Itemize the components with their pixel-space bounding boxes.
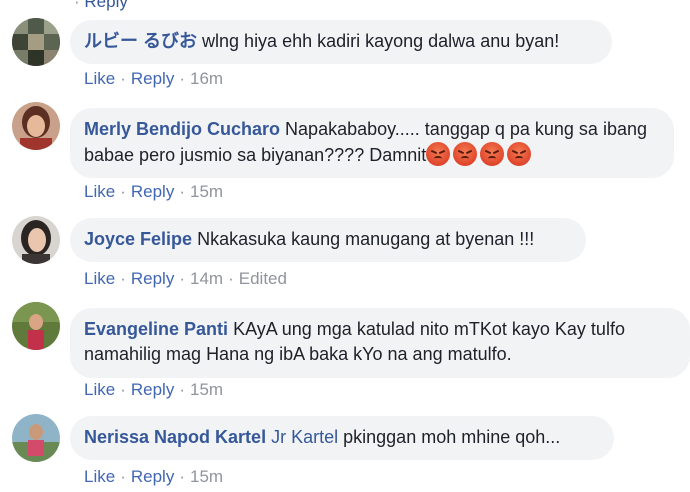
comment-actions: Like · Reply · 16m — [84, 69, 223, 89]
mention-link[interactable]: Jr Kartel — [271, 427, 338, 447]
avatar[interactable] — [12, 414, 60, 462]
separator-dot: · — [179, 467, 185, 486]
reply-link[interactable]: Reply — [84, 0, 127, 11]
like-link[interactable]: Like — [84, 467, 115, 486]
previous-comment-actions: · Reply — [74, 0, 128, 11]
timestamp[interactable]: 14m — [190, 269, 223, 288]
edited-label[interactable]: Edited — [239, 269, 287, 288]
separator-dot: · — [179, 182, 185, 201]
reply-link[interactable]: Reply — [131, 69, 174, 88]
separator-dot: · — [179, 269, 185, 288]
reply-link[interactable]: Reply — [131, 467, 174, 486]
like-link[interactable]: Like — [84, 69, 115, 88]
like-link[interactable]: Like — [84, 182, 115, 201]
separator-dot: · — [120, 269, 126, 288]
comment-bubble: Joyce Felipe Nkakasuka kaung manugang at… — [70, 218, 586, 262]
reply-link[interactable]: Reply — [131, 269, 174, 288]
reply-link[interactable]: Reply — [131, 380, 174, 399]
avatar[interactable] — [12, 102, 60, 150]
angry-face-icon — [453, 142, 478, 166]
comment-bubble: Merly Bendijo Cucharo Napakababoy..... t… — [70, 108, 674, 178]
comment-text: pkinggan moh mhine qoh... — [343, 427, 561, 447]
timestamp[interactable]: 16m — [190, 69, 223, 88]
angry-face-icon — [507, 142, 532, 166]
comment-text: wlng hiya ehh kadiri kayong dalwa anu by… — [202, 31, 560, 51]
comment-bubble: Evangeline Panti KAyA ung mga katulad ni… — [70, 308, 690, 378]
separator-dot: · — [120, 380, 126, 399]
comment-actions: Like · Reply · 15m — [84, 467, 223, 487]
comment-actions: Like · Reply · 15m — [84, 380, 223, 400]
angry-face-icon — [426, 142, 451, 166]
separator-dot: · — [120, 467, 126, 486]
comment-actions: Like · Reply · 14m · Edited — [84, 269, 287, 289]
timestamp[interactable]: 15m — [190, 380, 223, 399]
comment-actions: Like · Reply · 15m — [84, 182, 223, 202]
timestamp[interactable]: 15m — [190, 467, 223, 486]
separator-dot: · — [179, 380, 185, 399]
comment-author[interactable]: Nerissa Napod Kartel — [84, 427, 266, 447]
comment-author[interactable]: Evangeline Panti — [84, 319, 228, 339]
timestamp[interactable]: 15m — [190, 182, 223, 201]
separator-dot: · — [179, 69, 185, 88]
comment-author[interactable]: ルビー るびお — [84, 31, 197, 51]
reply-link[interactable]: Reply — [131, 182, 174, 201]
comment-author[interactable]: Joyce Felipe — [84, 229, 192, 249]
comment-author[interactable]: Merly Bendijo Cucharo — [84, 119, 280, 139]
avatar[interactable] — [12, 302, 60, 350]
comment-text: Nkakasuka kaung manugang at byenan !!! — [197, 229, 535, 249]
angry-face-icon — [480, 142, 505, 166]
avatar[interactable] — [12, 18, 60, 66]
comment-bubble: Nerissa Napod Kartel Jr Kartel pkinggan … — [70, 416, 614, 460]
separator-dot: · — [120, 69, 126, 88]
like-link[interactable]: Like — [84, 269, 115, 288]
avatar[interactable] — [12, 216, 60, 264]
like-link[interactable]: Like — [84, 380, 115, 399]
comment-bubble: ルビー るびお wlng hiya ehh kadiri kayong dalw… — [70, 20, 612, 64]
separator-dot: · — [74, 0, 85, 11]
separator-dot: · — [228, 269, 234, 288]
separator-dot: · — [120, 182, 126, 201]
